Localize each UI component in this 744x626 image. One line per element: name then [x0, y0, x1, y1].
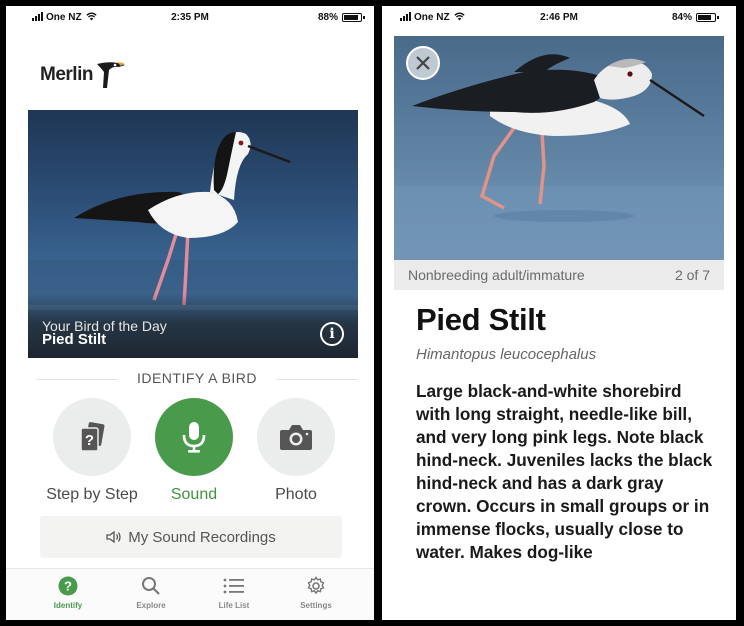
status-bar: One NZ 2:35 PM 88% — [6, 6, 374, 28]
species-name: Pied Stilt — [416, 302, 546, 337]
step-by-step-button[interactable]: ? Step by Step — [42, 398, 142, 504]
species-photo-image — [394, 54, 724, 260]
merlin-bird-icon — [96, 62, 125, 88]
close-button[interactable] — [406, 46, 440, 80]
species-description: Large black-and-white shorebird with lon… — [416, 381, 713, 562]
bird-of-day-card[interactable]: Your Bird of the Day Pied Stilt i — [28, 110, 358, 358]
battery-icon — [696, 13, 719, 22]
tab-identify[interactable]: ? Identify — [38, 575, 98, 610]
photo-label: Photo — [275, 486, 317, 503]
list-icon — [223, 578, 244, 594]
step-by-step-label: Step by Step — [46, 486, 138, 503]
tab-explore[interactable]: Explore — [121, 575, 181, 610]
tab-settings[interactable]: Settings — [286, 575, 346, 610]
tab-life-list[interactable]: Life List — [204, 575, 264, 610]
photo-counter: 2 of 7 — [674, 267, 710, 283]
battery-percent: 88% — [317, 12, 338, 23]
sound-label: Sound — [170, 486, 218, 503]
species-scientific-name: Himantopus leucocephalus — [416, 346, 597, 363]
camera-icon — [280, 425, 312, 450]
tab-life-list-label: Life List — [218, 601, 250, 610]
recordings-label: My Sound Recordings — [128, 528, 276, 546]
identify-screen: One NZ 2:35 PM 88% Merlin Your Bird of t… — [6, 6, 374, 620]
status-bar: One NZ 2:46 PM 84% — [382, 6, 736, 28]
photo-caption-bar: Nonbreeding adult/immature 2 of 7 — [394, 260, 724, 290]
species-detail-screen: One NZ 2:46 PM 84% Nonbreeding adult/imm… — [382, 6, 736, 620]
cards-question-icon: ? — [80, 422, 105, 452]
info-icon[interactable]: i — [320, 322, 344, 346]
tab-bar: ? Identify Explore Life List Settings — [6, 568, 374, 620]
photo-caption: Nonbreeding adult/immature — [408, 267, 585, 283]
tab-identify-label: Identify — [53, 601, 83, 610]
logo-text: Merlin — [40, 64, 93, 85]
identify-section-title: IDENTIFY A BIRD — [36, 370, 358, 386]
close-icon — [416, 56, 430, 70]
battery-percent: 84% — [671, 12, 692, 23]
photo-button[interactable]: Photo — [246, 398, 346, 504]
my-sound-recordings-button[interactable]: My Sound Recordings — [40, 516, 342, 558]
question-circle-icon: ? — [58, 576, 78, 596]
microphone-icon — [182, 422, 206, 453]
speaker-icon — [106, 530, 121, 544]
battery-icon — [342, 13, 365, 22]
tab-explore-label: Explore — [136, 601, 166, 610]
merlin-logo: Merlin — [40, 60, 129, 90]
sound-button[interactable]: Sound — [144, 398, 244, 504]
bird-of-day-name: Pied Stilt — [42, 331, 107, 348]
species-photo[interactable] — [394, 36, 724, 260]
svg-text:?: ? — [64, 579, 72, 594]
svg-text:?: ? — [85, 432, 94, 449]
gear-icon — [307, 576, 325, 595]
tab-settings-label: Settings — [300, 601, 332, 610]
search-icon — [142, 577, 160, 595]
